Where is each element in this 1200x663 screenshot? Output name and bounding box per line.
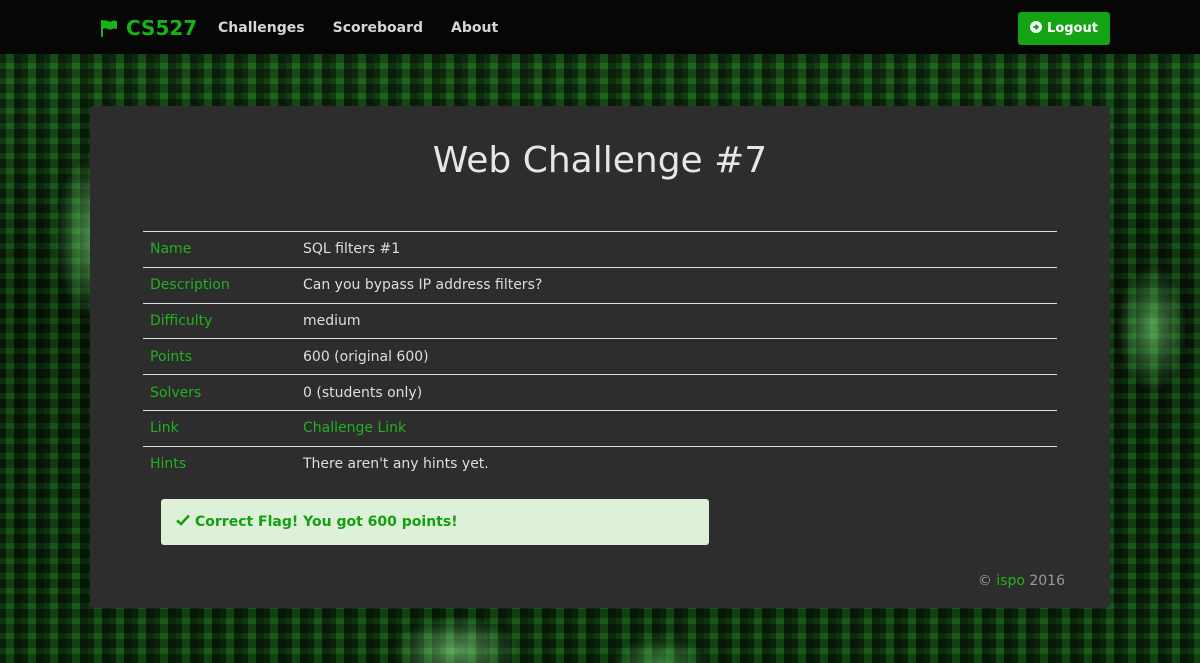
nav-scoreboard[interactable]: Scoreboard (333, 20, 423, 36)
author-link[interactable]: ispo (996, 573, 1025, 589)
flag-icon (100, 19, 118, 37)
row-label-points: Points (150, 348, 193, 365)
logout-button[interactable]: Logout (1018, 12, 1110, 45)
table-row: Points 600 (original 600) (143, 338, 1057, 375)
logout-icon (1030, 20, 1043, 37)
row-value-name: SQL filters #1 (303, 241, 401, 258)
challenge-link[interactable]: Challenge Link (303, 420, 406, 436)
table-row: Difficulty medium (143, 303, 1057, 339)
page-title: Web Challenge #7 (432, 140, 768, 181)
row-value-points: 600 (original 600) (303, 348, 429, 365)
table-row: Description Can you bypass IP address fi… (143, 267, 1057, 303)
footer-year: 2016 (1029, 573, 1065, 589)
navbar: CS527 Challenges Scoreboard About Logout (0, 0, 1200, 54)
logout-label: Logout (1047, 21, 1098, 36)
row-value-link: Challenge Link (296, 410, 1057, 446)
row-label-name: Name (150, 241, 192, 258)
nav-challenges[interactable]: Challenges (218, 20, 305, 36)
row-value-description: Can you bypass IP address filters? (303, 277, 543, 294)
row-label-hints: Hints (150, 456, 187, 473)
challenge-info-table: Name SQL filters #1 Description Can you … (143, 231, 1057, 482)
table-row: Link Challenge Link (143, 410, 1057, 446)
success-alert: Correct Flag! You got 600 points! (161, 499, 709, 545)
row-value-hints: There aren't any hints yet. (303, 456, 489, 473)
copyright-symbol: © (977, 573, 992, 589)
row-value-difficulty: medium (303, 312, 361, 329)
footer: © ispo 2016 (978, 573, 1065, 589)
check-icon (176, 514, 190, 530)
brand-link[interactable]: CS527 (100, 16, 197, 40)
row-label-link: Link (150, 420, 179, 437)
table-row: Hints There aren't any hints yet. (143, 446, 1057, 482)
alert-message: Correct Flag! You got 600 points! (195, 514, 458, 530)
row-label-difficulty: Difficulty (150, 312, 213, 329)
table-row: Solvers 0 (students only) (143, 374, 1057, 411)
brand-name: CS527 (126, 16, 198, 40)
row-label-description: Description (150, 277, 230, 294)
table-row: Name SQL filters #1 (143, 231, 1057, 268)
row-value-solvers: 0 (students only) (303, 384, 423, 401)
nav-about[interactable]: About (451, 20, 498, 36)
nav-links: Challenges Scoreboard About (218, 20, 498, 36)
row-label-solvers: Solvers (150, 384, 202, 401)
